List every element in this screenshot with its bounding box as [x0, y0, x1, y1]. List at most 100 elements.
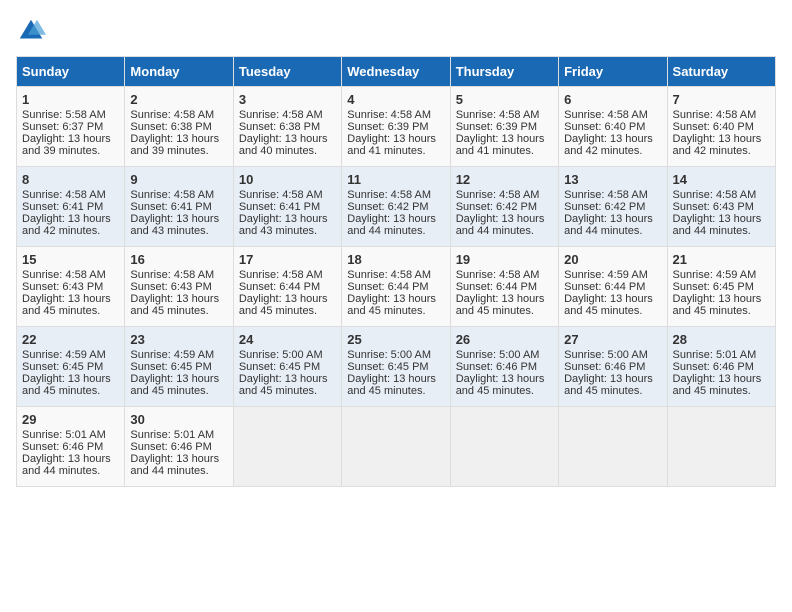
- sunrise-27: Sunrise: 5:00 AM: [564, 349, 648, 361]
- day-cell-19: 19 Sunrise: 4:58 AM Sunset: 6:44 PM Dayl…: [450, 247, 558, 327]
- day-number-24: 24: [239, 332, 336, 347]
- calendar-header-row: Sunday Monday Tuesday Wednesday Thursday…: [17, 57, 776, 87]
- daylight-label-12: Daylight: 13 hours and 44 minutes.: [456, 213, 545, 237]
- daylight-label-25: Daylight: 13 hours and 45 minutes.: [347, 373, 436, 397]
- sunrise-7: Sunrise: 4:58 AM: [673, 109, 757, 121]
- day-cell-20: 20 Sunrise: 4:59 AM Sunset: 6:44 PM Dayl…: [559, 247, 667, 327]
- sunrise-30: Sunrise: 5:01 AM: [130, 429, 214, 441]
- sunset-6: Sunset: 6:40 PM: [564, 121, 645, 133]
- logo: [16, 16, 52, 46]
- daylight-label-22: Daylight: 13 hours and 45 minutes.: [22, 373, 111, 397]
- day-cell-21: 21 Sunrise: 4:59 AM Sunset: 6:45 PM Dayl…: [667, 247, 775, 327]
- day-cell-16: 16 Sunrise: 4:58 AM Sunset: 6:43 PM Dayl…: [125, 247, 233, 327]
- sunset-18: Sunset: 6:44 PM: [347, 281, 428, 293]
- daylight-label-2: Daylight: 13 hours and 39 minutes.: [130, 133, 219, 157]
- col-monday: Monday: [125, 57, 233, 87]
- day-number-7: 7: [673, 92, 770, 107]
- day-number-22: 22: [22, 332, 119, 347]
- sunset-2: Sunset: 6:38 PM: [130, 121, 211, 133]
- day-number-27: 27: [564, 332, 661, 347]
- sunrise-13: Sunrise: 4:58 AM: [564, 189, 648, 201]
- daylight-label-17: Daylight: 13 hours and 45 minutes.: [239, 293, 328, 317]
- day-number-5: 5: [456, 92, 553, 107]
- sunrise-4: Sunrise: 4:58 AM: [347, 109, 431, 121]
- daylight-label-7: Daylight: 13 hours and 42 minutes.: [673, 133, 762, 157]
- empty-cell: [233, 407, 341, 487]
- daylight-label-13: Daylight: 13 hours and 44 minutes.: [564, 213, 653, 237]
- col-tuesday: Tuesday: [233, 57, 341, 87]
- sunset-22: Sunset: 6:45 PM: [22, 361, 103, 373]
- sunset-12: Sunset: 6:42 PM: [456, 201, 537, 213]
- sunset-11: Sunset: 6:42 PM: [347, 201, 428, 213]
- col-saturday: Saturday: [667, 57, 775, 87]
- day-number-20: 20: [564, 252, 661, 267]
- day-cell-2: 2 Sunrise: 4:58 AM Sunset: 6:38 PM Dayli…: [125, 87, 233, 167]
- empty-cell: [342, 407, 450, 487]
- sunset-7: Sunset: 6:40 PM: [673, 121, 754, 133]
- day-number-3: 3: [239, 92, 336, 107]
- day-cell-13: 13 Sunrise: 4:58 AM Sunset: 6:42 PM Dayl…: [559, 167, 667, 247]
- sunset-3: Sunset: 6:38 PM: [239, 121, 320, 133]
- daylight-label-20: Daylight: 13 hours and 45 minutes.: [564, 293, 653, 317]
- empty-cell: [667, 407, 775, 487]
- sunrise-22: Sunrise: 4:59 AM: [22, 349, 106, 361]
- daylight-label-21: Daylight: 13 hours and 45 minutes.: [673, 293, 762, 317]
- day-number-12: 12: [456, 172, 553, 187]
- sunset-24: Sunset: 6:45 PM: [239, 361, 320, 373]
- col-sunday: Sunday: [17, 57, 125, 87]
- day-number-2: 2: [130, 92, 227, 107]
- sunset-20: Sunset: 6:44 PM: [564, 281, 645, 293]
- daylight-label-11: Daylight: 13 hours and 44 minutes.: [347, 213, 436, 237]
- col-friday: Friday: [559, 57, 667, 87]
- day-number-23: 23: [130, 332, 227, 347]
- sunset-23: Sunset: 6:45 PM: [130, 361, 211, 373]
- sunset-10: Sunset: 6:41 PM: [239, 201, 320, 213]
- sunset-9: Sunset: 6:41 PM: [130, 201, 211, 213]
- day-cell-9: 9 Sunrise: 4:58 AM Sunset: 6:41 PM Dayli…: [125, 167, 233, 247]
- sunset-5: Sunset: 6:39 PM: [456, 121, 537, 133]
- day-cell-27: 27 Sunrise: 5:00 AM Sunset: 6:46 PM Dayl…: [559, 327, 667, 407]
- day-cell-30: 30 Sunrise: 5:01 AM Sunset: 6:46 PM Dayl…: [125, 407, 233, 487]
- daylight-label-29: Daylight: 13 hours and 44 minutes.: [22, 453, 111, 477]
- day-number-16: 16: [130, 252, 227, 267]
- week-row-4: 22 Sunrise: 4:59 AM Sunset: 6:45 PM Dayl…: [17, 327, 776, 407]
- day-number-19: 19: [456, 252, 553, 267]
- sunset-25: Sunset: 6:45 PM: [347, 361, 428, 373]
- day-number-11: 11: [347, 172, 444, 187]
- daylight-label-18: Daylight: 13 hours and 45 minutes.: [347, 293, 436, 317]
- day-cell-14: 14 Sunrise: 4:58 AM Sunset: 6:43 PM Dayl…: [667, 167, 775, 247]
- sunset-19: Sunset: 6:44 PM: [456, 281, 537, 293]
- sunrise-23: Sunrise: 4:59 AM: [130, 349, 214, 361]
- daylight-label-8: Daylight: 13 hours and 42 minutes.: [22, 213, 111, 237]
- day-cell-24: 24 Sunrise: 5:00 AM Sunset: 6:45 PM Dayl…: [233, 327, 341, 407]
- sunrise-25: Sunrise: 5:00 AM: [347, 349, 431, 361]
- day-number-9: 9: [130, 172, 227, 187]
- sunrise-9: Sunrise: 4:58 AM: [130, 189, 214, 201]
- empty-cell: [559, 407, 667, 487]
- day-number-21: 21: [673, 252, 770, 267]
- sunset-28: Sunset: 6:46 PM: [673, 361, 754, 373]
- day-number-15: 15: [22, 252, 119, 267]
- daylight-label-4: Daylight: 13 hours and 41 minutes.: [347, 133, 436, 157]
- daylight-label-15: Daylight: 13 hours and 45 minutes.: [22, 293, 111, 317]
- day-number-18: 18: [347, 252, 444, 267]
- calendar-table: Sunday Monday Tuesday Wednesday Thursday…: [16, 56, 776, 487]
- sunset-21: Sunset: 6:45 PM: [673, 281, 754, 293]
- daylight-label-27: Daylight: 13 hours and 45 minutes.: [564, 373, 653, 397]
- sunset-26: Sunset: 6:46 PM: [456, 361, 537, 373]
- sunrise-2: Sunrise: 4:58 AM: [130, 109, 214, 121]
- daylight-label-1: Daylight: 13 hours and 39 minutes.: [22, 133, 111, 157]
- week-row-1: 1 Sunrise: 5:58 AM Sunset: 6:37 PM Dayli…: [17, 87, 776, 167]
- day-cell-7: 7 Sunrise: 4:58 AM Sunset: 6:40 PM Dayli…: [667, 87, 775, 167]
- week-row-3: 15 Sunrise: 4:58 AM Sunset: 6:43 PM Dayl…: [17, 247, 776, 327]
- sunrise-17: Sunrise: 4:58 AM: [239, 269, 323, 281]
- sunset-1: Sunset: 6:37 PM: [22, 121, 103, 133]
- day-cell-8: 8 Sunrise: 4:58 AM Sunset: 6:41 PM Dayli…: [17, 167, 125, 247]
- day-number-1: 1: [22, 92, 119, 107]
- sunrise-21: Sunrise: 4:59 AM: [673, 269, 757, 281]
- day-cell-5: 5 Sunrise: 4:58 AM Sunset: 6:39 PM Dayli…: [450, 87, 558, 167]
- sunset-16: Sunset: 6:43 PM: [130, 281, 211, 293]
- day-cell-29: 29 Sunrise: 5:01 AM Sunset: 6:46 PM Dayl…: [17, 407, 125, 487]
- day-number-14: 14: [673, 172, 770, 187]
- sunset-4: Sunset: 6:39 PM: [347, 121, 428, 133]
